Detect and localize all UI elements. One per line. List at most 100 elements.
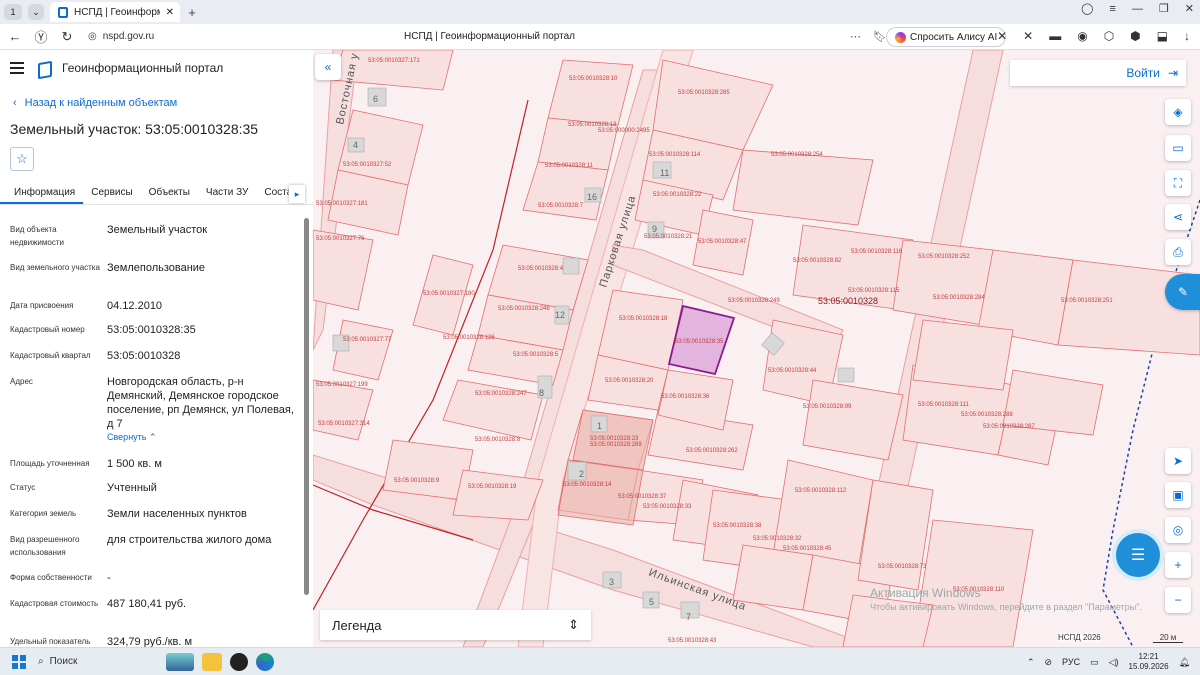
attribute-label: Категория земель xyxy=(10,509,77,518)
back-arrow-icon[interactable]: ← xyxy=(4,29,26,44)
zoom-out-icon[interactable]: − xyxy=(1165,587,1191,613)
house-number: 8 xyxy=(539,388,544,398)
clock[interactable]: 12:21 15.09.2026 xyxy=(1129,652,1169,672)
share-icon[interactable]: ⋖ xyxy=(1165,204,1191,230)
file-explorer-icon[interactable] xyxy=(202,652,222,671)
browser-tab-bar: 1 ⌄ НСПД | Геоинформационный портал ✕ + … xyxy=(0,0,1200,24)
scrollbar-thumb[interactable] xyxy=(304,218,309,595)
close-tab-icon[interactable]: ✕ xyxy=(166,7,174,18)
tab-services[interactable]: Сервисы xyxy=(83,183,140,204)
tabs-scroll-right-icon[interactable]: ▸ xyxy=(289,185,305,203)
print-icon[interactable]: ⎙ xyxy=(1165,239,1191,265)
parcel-label: 53:05:0010328:36 xyxy=(661,394,710,400)
reload-icon[interactable]: ↻ xyxy=(56,29,78,45)
layers-icon[interactable]: ◈ xyxy=(1165,99,1191,125)
hamburger-menu-icon[interactable] xyxy=(10,62,24,74)
network-off-icon[interactable]: ⊘ xyxy=(1045,657,1053,668)
login-button[interactable]: Войти ⇥ xyxy=(1010,60,1186,86)
alisa-icon xyxy=(895,31,906,43)
url-field[interactable]: ◎ nspd.gov.ru xyxy=(88,31,388,42)
tab-objects[interactable]: Объекты xyxy=(141,183,198,204)
widgets-icon[interactable] xyxy=(166,652,194,671)
extension-icon[interactable]: ▬ xyxy=(1049,29,1061,43)
attribute-label: Форма собственности xyxy=(10,573,92,582)
wifi-icon[interactable]: ▭ xyxy=(1090,657,1099,668)
select-area-icon[interactable]: ⛶ xyxy=(1165,170,1191,196)
tab-list-chevron-icon[interactable]: ⌄ xyxy=(28,4,44,20)
parcel-label: 53:05:0010327:314 xyxy=(318,421,370,427)
attribute-label: Адрес xyxy=(10,377,33,386)
parcel-label: 53:05:0010328:22 xyxy=(653,192,702,198)
taskbar-search[interactable]: ⌕ Поиск xyxy=(38,652,158,672)
parcel-label: 53:05:0010328:115 xyxy=(848,288,900,294)
attribute-label: Вид земельного участка xyxy=(10,263,100,272)
parcel-label: 53:05:0010328:126 xyxy=(443,335,495,341)
collapse-panel-icon[interactable]: « xyxy=(315,54,341,80)
attribute-value: для строительства жилого дома xyxy=(107,534,272,546)
locate-icon[interactable]: ➤ xyxy=(1165,448,1191,474)
house-number: 16 xyxy=(587,192,597,202)
quarter-label: 53:05:0010328 xyxy=(818,296,878,306)
tab-information[interactable]: Информация xyxy=(0,183,84,204)
bookmark-icon[interactable]: 🔖︎ xyxy=(873,30,887,43)
zoom-in-icon[interactable]: + xyxy=(1165,552,1191,578)
browser-tab[interactable]: НСПД | Геоинформационный портал ✕ xyxy=(50,2,180,22)
cadastral-map[interactable]: Парковая улица Ильинская улица Восточная… xyxy=(313,50,1200,647)
edge-icon[interactable] xyxy=(256,652,274,671)
attribute-value: 487 180,41 руб. xyxy=(107,598,187,610)
download-icon[interactable]: ↓ xyxy=(1184,29,1190,43)
extension-icon[interactable]: ⬡ xyxy=(1104,29,1114,43)
address-actions: ⋯ 🔖︎ xyxy=(850,30,887,43)
tab-count-badge[interactable]: 1 xyxy=(4,4,22,20)
tab-parts[interactable]: Части ЗУ xyxy=(198,183,256,204)
parcel-label: 53:05:0010328:10 xyxy=(569,76,618,82)
map-attribution: НСПД 2026 xyxy=(1058,633,1101,642)
map-canvas[interactable]: Парковая улица Ильинская улица Восточная… xyxy=(313,50,1200,647)
windows-start-icon[interactable] xyxy=(12,654,26,669)
yandex-browser-icon[interactable] xyxy=(230,652,248,671)
restore-icon[interactable]: ❐ xyxy=(1159,2,1169,15)
language-indicator[interactable]: РУС xyxy=(1062,657,1080,667)
minimize-icon[interactable]: — xyxy=(1132,3,1143,15)
favorite-star-icon[interactable]: ☆ xyxy=(10,147,34,171)
minimap-icon[interactable]: ▣ xyxy=(1165,482,1191,508)
geolocation-icon[interactable]: ◎ xyxy=(1165,517,1191,543)
extension-icon[interactable]: ✕ xyxy=(997,29,1007,43)
ruler-icon[interactable]: ▭ xyxy=(1165,135,1191,161)
close-window-icon[interactable]: ✕ xyxy=(1185,2,1194,15)
extension-icon[interactable]: ◉ xyxy=(1077,29,1087,43)
panel-scrollbar[interactable] xyxy=(303,208,311,647)
house-number: 6 xyxy=(373,94,378,104)
site-info-icon[interactable]: ◎ xyxy=(88,31,97,42)
parcel-label: 53:05:0010328:19 xyxy=(468,484,517,490)
notification-icon[interactable]: 🔔︎ xyxy=(1179,657,1190,668)
login-label: Войти xyxy=(1126,66,1160,80)
alisa-button[interactable]: Спросить Алису AI xyxy=(886,27,1007,47)
extension-icon[interactable]: ⬓ xyxy=(1157,29,1168,43)
volume-icon[interactable]: ◁) xyxy=(1109,657,1119,668)
collapse-link[interactable]: Свернуть ⌃ xyxy=(107,432,157,443)
parcel-label: 53:05:0010328:249 xyxy=(728,298,780,304)
extension-icon[interactable]: ⬢ xyxy=(1130,29,1140,43)
login-icon: ⇥ xyxy=(1167,66,1178,80)
tab-title: НСПД | Геоинформационный портал xyxy=(74,6,160,18)
legend-dropdown[interactable]: Легенда ⇕ xyxy=(320,610,591,640)
clock-time: 12:21 xyxy=(1138,652,1159,661)
parcel-label: 53:05:0010327:77 xyxy=(343,337,392,343)
new-tab-icon[interactable]: + xyxy=(184,5,200,20)
menu-icon[interactable]: ≡ xyxy=(1109,3,1115,15)
parcel-label: 53:05:000000:2495 xyxy=(598,128,650,134)
system-tray: ⌃ ⊘ РУС ▭ ◁) 12:21 15.09.2026 🔔︎ xyxy=(1027,652,1190,672)
more-icon[interactable]: ⋯ xyxy=(850,30,861,43)
address-bar: ← Ⓨ ↻ ◎ nspd.gov.ru НСПД | Геоинформацио… xyxy=(0,24,1200,50)
extension-icon[interactable]: ✕ xyxy=(1023,29,1033,43)
yandex-icon[interactable]: Ⓨ xyxy=(30,27,52,46)
attribute-label: Кадастровая стоимость xyxy=(10,599,99,608)
house-number: 5 xyxy=(649,597,654,607)
profile-icon[interactable]: ◯ xyxy=(1081,2,1093,15)
feedback-icon[interactable]: ✎ xyxy=(1165,274,1200,310)
chat-assistant-icon[interactable]: ☰ xyxy=(1116,533,1160,577)
show-hidden-icon[interactable]: ⌃ xyxy=(1027,657,1035,668)
back-to-results-link[interactable]: ‹ Назад к найденным объектам xyxy=(13,97,177,109)
parcel-label: 53:05:0010327:181 xyxy=(316,201,368,207)
